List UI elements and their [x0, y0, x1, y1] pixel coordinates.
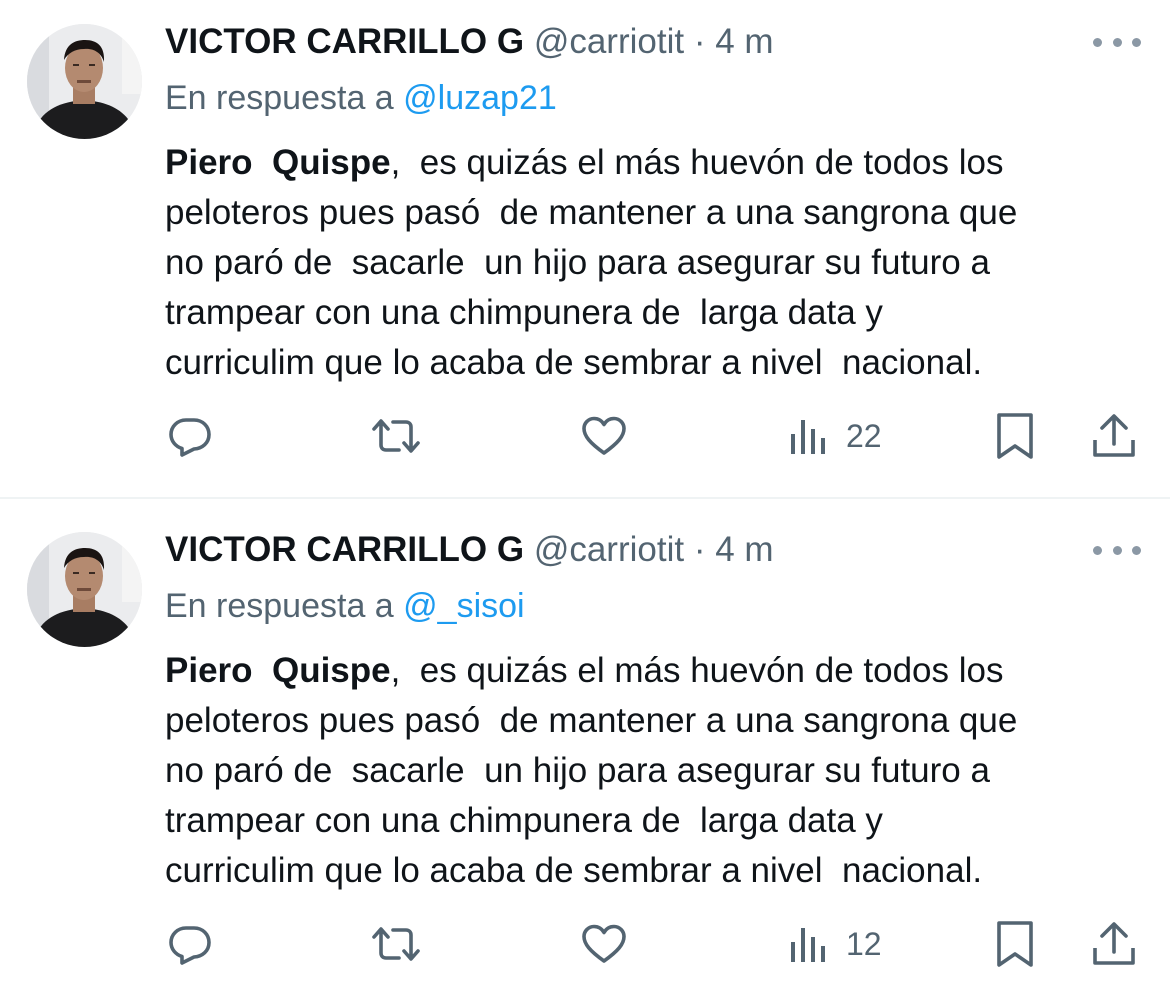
tweet[interactable]: VICTOR CARRILLO G @carriotit · 4 m En re… [0, 508, 1170, 1008]
tweet-actions: 22 [0, 408, 1170, 464]
tweet-text-line: peloteros pues pasó de mantener a una sa… [165, 701, 1018, 740]
share-button[interactable] [1091, 408, 1137, 464]
tweet-text-line: no paró de sacarle un hijo para asegurar… [165, 751, 990, 790]
tweet-text-line: , es quizás el más huevón de todos los [390, 651, 1004, 690]
reply-mention-link[interactable]: @_sisoi [403, 587, 524, 625]
share-icon [1093, 414, 1135, 457]
tweet-text-bold: Piero Quispe [165, 143, 391, 182]
tweet-divider [0, 497, 1170, 499]
reply-icon [169, 418, 211, 457]
timestamp[interactable]: 4 m [715, 22, 773, 61]
tweet-text-line: no paró de sacarle un hijo para asegurar… [165, 243, 990, 282]
views-icon [791, 928, 825, 962]
tweet-text: Piero Quispe, es quizás el más huevón de… [165, 646, 1155, 896]
bookmark-icon [997, 413, 1033, 459]
avatar-image [27, 532, 142, 647]
like-icon [582, 924, 626, 963]
reply-context: En respuesta a @luzap21 [165, 76, 557, 120]
tweet-text-line: curriculim que lo acaba de sembrar a niv… [165, 343, 983, 382]
like-button[interactable] [580, 916, 628, 972]
separator-dot: · [693, 22, 706, 61]
author-handle[interactable]: @carriotit [534, 530, 684, 569]
views-icon [791, 420, 825, 454]
tweet-text-line: curriculim que lo acaba de sembrar a niv… [165, 851, 983, 890]
reply-button[interactable] [166, 408, 214, 464]
tweet-text-line: trampear con una chimpunera de larga dat… [165, 801, 883, 840]
retweet-icon [372, 927, 420, 961]
author-name[interactable]: VICTOR CARRILLO G [165, 22, 524, 61]
tweet-header: VICTOR CARRILLO G @carriotit · 4 m [165, 528, 774, 572]
tweet-text-line: trampear con una chimpunera de larga dat… [165, 293, 883, 332]
tweet-actions: 12 [0, 916, 1170, 972]
reply-context: En respuesta a @_sisoi [165, 584, 525, 628]
retweet-icon [372, 419, 420, 453]
retweet-button[interactable] [370, 408, 422, 464]
like-icon [582, 416, 626, 455]
bookmark-button[interactable] [994, 916, 1036, 972]
views-count: 22 [846, 418, 882, 454]
share-button[interactable] [1091, 916, 1137, 972]
bookmark-icon [997, 921, 1033, 967]
separator-dot: · [693, 530, 706, 569]
share-icon [1093, 922, 1135, 965]
reply-button[interactable] [166, 916, 214, 972]
views-count: 12 [846, 926, 882, 962]
retweet-button[interactable] [370, 916, 422, 972]
views-button[interactable]: 12 [788, 916, 882, 972]
tweet-header: VICTOR CARRILLO G @carriotit · 4 m [165, 20, 774, 64]
avatar[interactable] [27, 532, 142, 647]
reply-mention-link[interactable]: @luzap21 [403, 79, 557, 117]
author-handle[interactable]: @carriotit [534, 22, 684, 61]
reply-prefix: En respuesta a [165, 79, 394, 117]
more-icon[interactable] [1093, 538, 1141, 562]
reply-prefix: En respuesta a [165, 587, 394, 625]
tweet-text-bold: Piero Quispe [165, 651, 391, 690]
like-button[interactable] [580, 408, 628, 464]
views-button[interactable]: 22 [788, 408, 882, 464]
avatar-image [27, 24, 142, 139]
reply-icon [169, 926, 211, 965]
tweet-text-line: peloteros pues pasó de mantener a una sa… [165, 193, 1018, 232]
more-icon[interactable] [1093, 30, 1141, 54]
tweet[interactable]: VICTOR CARRILLO G @carriotit · 4 m En re… [0, 0, 1170, 500]
avatar[interactable] [27, 24, 142, 139]
timestamp[interactable]: 4 m [715, 530, 773, 569]
tweet-text-line: , es quizás el más huevón de todos los [390, 143, 1004, 182]
tweet-text: Piero Quispe, es quizás el más huevón de… [165, 138, 1155, 388]
bookmark-button[interactable] [994, 408, 1036, 464]
author-name[interactable]: VICTOR CARRILLO G [165, 530, 524, 569]
